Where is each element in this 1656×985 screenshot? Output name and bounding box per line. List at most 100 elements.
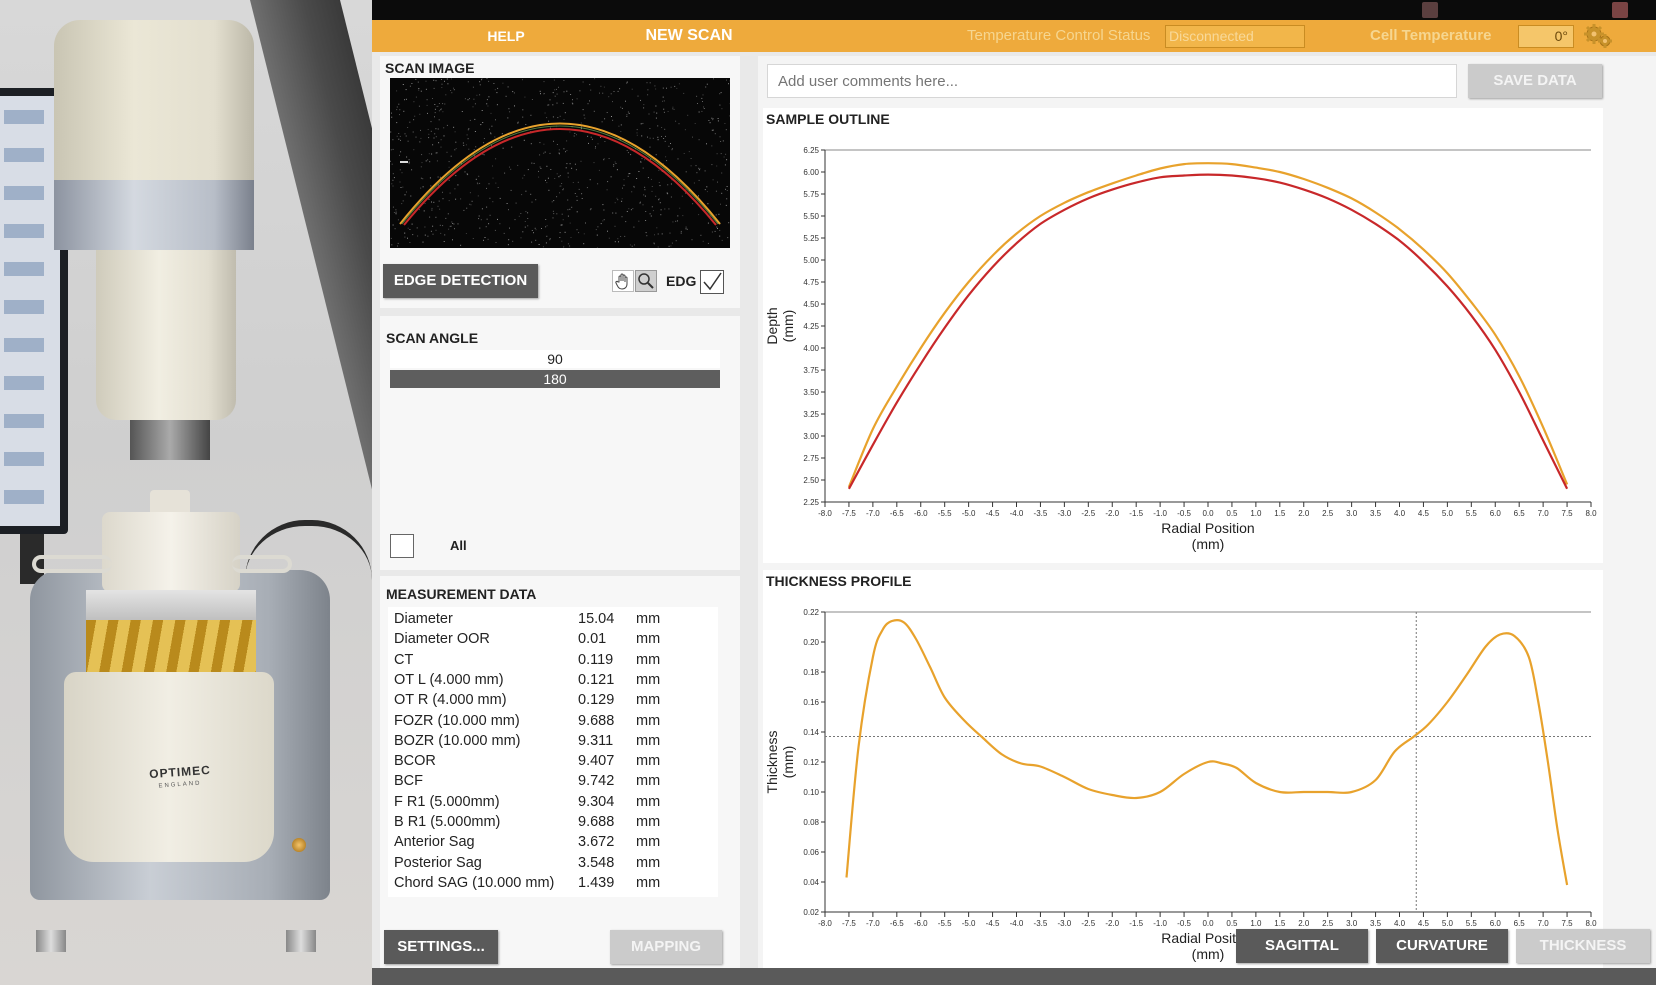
- speckle: [726, 198, 728, 200]
- save-data-button[interactable]: SAVE DATA: [1468, 64, 1602, 98]
- x-tick-label: -3.5: [1034, 509, 1048, 518]
- speckle: [485, 226, 487, 228]
- scan-angle-option-90[interactable]: 90: [390, 350, 720, 368]
- speckle: [566, 90, 568, 92]
- thickness-button[interactable]: THICKNESS: [1516, 929, 1650, 963]
- y-tick-label: 6.00: [803, 168, 819, 177]
- gear-icon[interactable]: [1582, 21, 1614, 51]
- measurement-row: Diameter 15.04 mm: [394, 609, 714, 629]
- speckle: [559, 153, 560, 155]
- settings-button[interactable]: SETTINGS...: [384, 930, 498, 964]
- speckle: [556, 144, 558, 145]
- y-tick-label: 0.08: [803, 818, 819, 827]
- sagittal-button[interactable]: SAGITTAL: [1236, 929, 1368, 963]
- help-button[interactable]: HELP: [466, 20, 546, 52]
- speckle: [434, 108, 436, 110]
- scan-angle-option-180[interactable]: 180: [390, 370, 720, 388]
- speckle: [720, 141, 722, 142]
- speckle: [434, 104, 436, 105]
- speckle: [663, 108, 665, 110]
- speckle: [478, 218, 480, 220]
- speckle: [712, 179, 714, 181]
- measurement-row: Posterior Sag 3.548 mm: [394, 853, 714, 873]
- speckle: [663, 111, 665, 113]
- speckle: [399, 169, 401, 171]
- edg-checkbox[interactable]: [700, 270, 724, 294]
- speckle: [525, 211, 527, 213]
- speckle: [721, 108, 723, 110]
- speckle: [448, 200, 450, 202]
- speckle: [490, 112, 492, 114]
- speckle: [643, 107, 645, 109]
- speckle: [439, 224, 441, 226]
- speckle: [646, 82, 648, 84]
- speckle: [395, 211, 397, 213]
- x-axis-label: (mm): [1192, 946, 1225, 962]
- all-checkbox[interactable]: [390, 534, 414, 558]
- speckle: [600, 223, 602, 225]
- speckle: [479, 94, 481, 96]
- oct-scan-image[interactable]: [390, 78, 730, 248]
- speckle: [573, 135, 575, 137]
- speckle: [627, 111, 629, 113]
- x-tick-label: -6.5: [890, 509, 904, 518]
- x-tick-label: 4.5: [1418, 509, 1430, 518]
- x-tick-label: 4.0: [1394, 919, 1406, 928]
- speckle: [399, 154, 400, 156]
- speckle: [427, 159, 429, 161]
- zoom-tool-button[interactable]: [635, 270, 657, 292]
- speckle: [581, 198, 583, 199]
- speckle: [534, 227, 536, 229]
- thickness-profile-chart[interactable]: 0.02 0.04 0.06 0.08 0.10 0.12 0.14 0.16 0.18 0.20…: [763, 592, 1603, 968]
- speckle: [642, 122, 644, 124]
- speckle: [570, 237, 572, 238]
- speckle: [469, 192, 471, 194]
- speckle: [453, 126, 455, 128]
- speckle: [565, 167, 567, 169]
- speckle: [394, 228, 396, 230]
- speckle: [398, 138, 400, 140]
- speckle: [452, 239, 453, 241]
- speckle: [608, 237, 610, 239]
- instrument-arm: [250, 0, 372, 560]
- speckle: [717, 227, 718, 229]
- speckle: [455, 198, 457, 200]
- speckle: [720, 92, 722, 94]
- speckle: [468, 148, 470, 150]
- speckle: [546, 235, 548, 237]
- speckle: [702, 240, 704, 242]
- y-tick-label: 3.50: [803, 388, 819, 397]
- speckle: [546, 182, 548, 184]
- pan-tool-button[interactable]: [612, 270, 634, 292]
- speckle: [632, 208, 634, 210]
- speckle: [401, 172, 403, 174]
- curvature-button[interactable]: CURVATURE: [1376, 929, 1508, 963]
- y-tick-label: 2.75: [803, 454, 819, 463]
- mapping-button[interactable]: MAPPING: [610, 930, 722, 964]
- x-tick-label: -7.0: [866, 509, 880, 518]
- speckle: [712, 119, 714, 121]
- speckle: [683, 153, 685, 154]
- y-tick-label: 5.50: [803, 212, 819, 221]
- speckle: [455, 148, 457, 150]
- status-led: [292, 838, 306, 852]
- speckle: [715, 190, 717, 192]
- measurement-unit: mm: [636, 814, 661, 830]
- speckle: [415, 78, 417, 80]
- edge-detection-button[interactable]: EDGE DETECTION: [383, 264, 538, 298]
- speckle: [396, 106, 398, 108]
- user-comments-input[interactable]: [767, 64, 1457, 98]
- speckle: [719, 229, 721, 231]
- sample-outline-chart[interactable]: 2.252.502.753.003.253.503.754.004.254.50…: [763, 130, 1603, 560]
- new-scan-button[interactable]: NEW SCAN: [634, 20, 744, 52]
- speckle: [556, 213, 558, 215]
- speckle: [640, 201, 641, 203]
- series-line-posterior: [847, 173, 1569, 490]
- speckle: [724, 164, 726, 166]
- speckle: [702, 101, 703, 102]
- speckle: [538, 244, 540, 245]
- speckle: [424, 226, 426, 228]
- speckle: [664, 128, 666, 130]
- speckle: [407, 237, 408, 239]
- speckle: [514, 219, 516, 221]
